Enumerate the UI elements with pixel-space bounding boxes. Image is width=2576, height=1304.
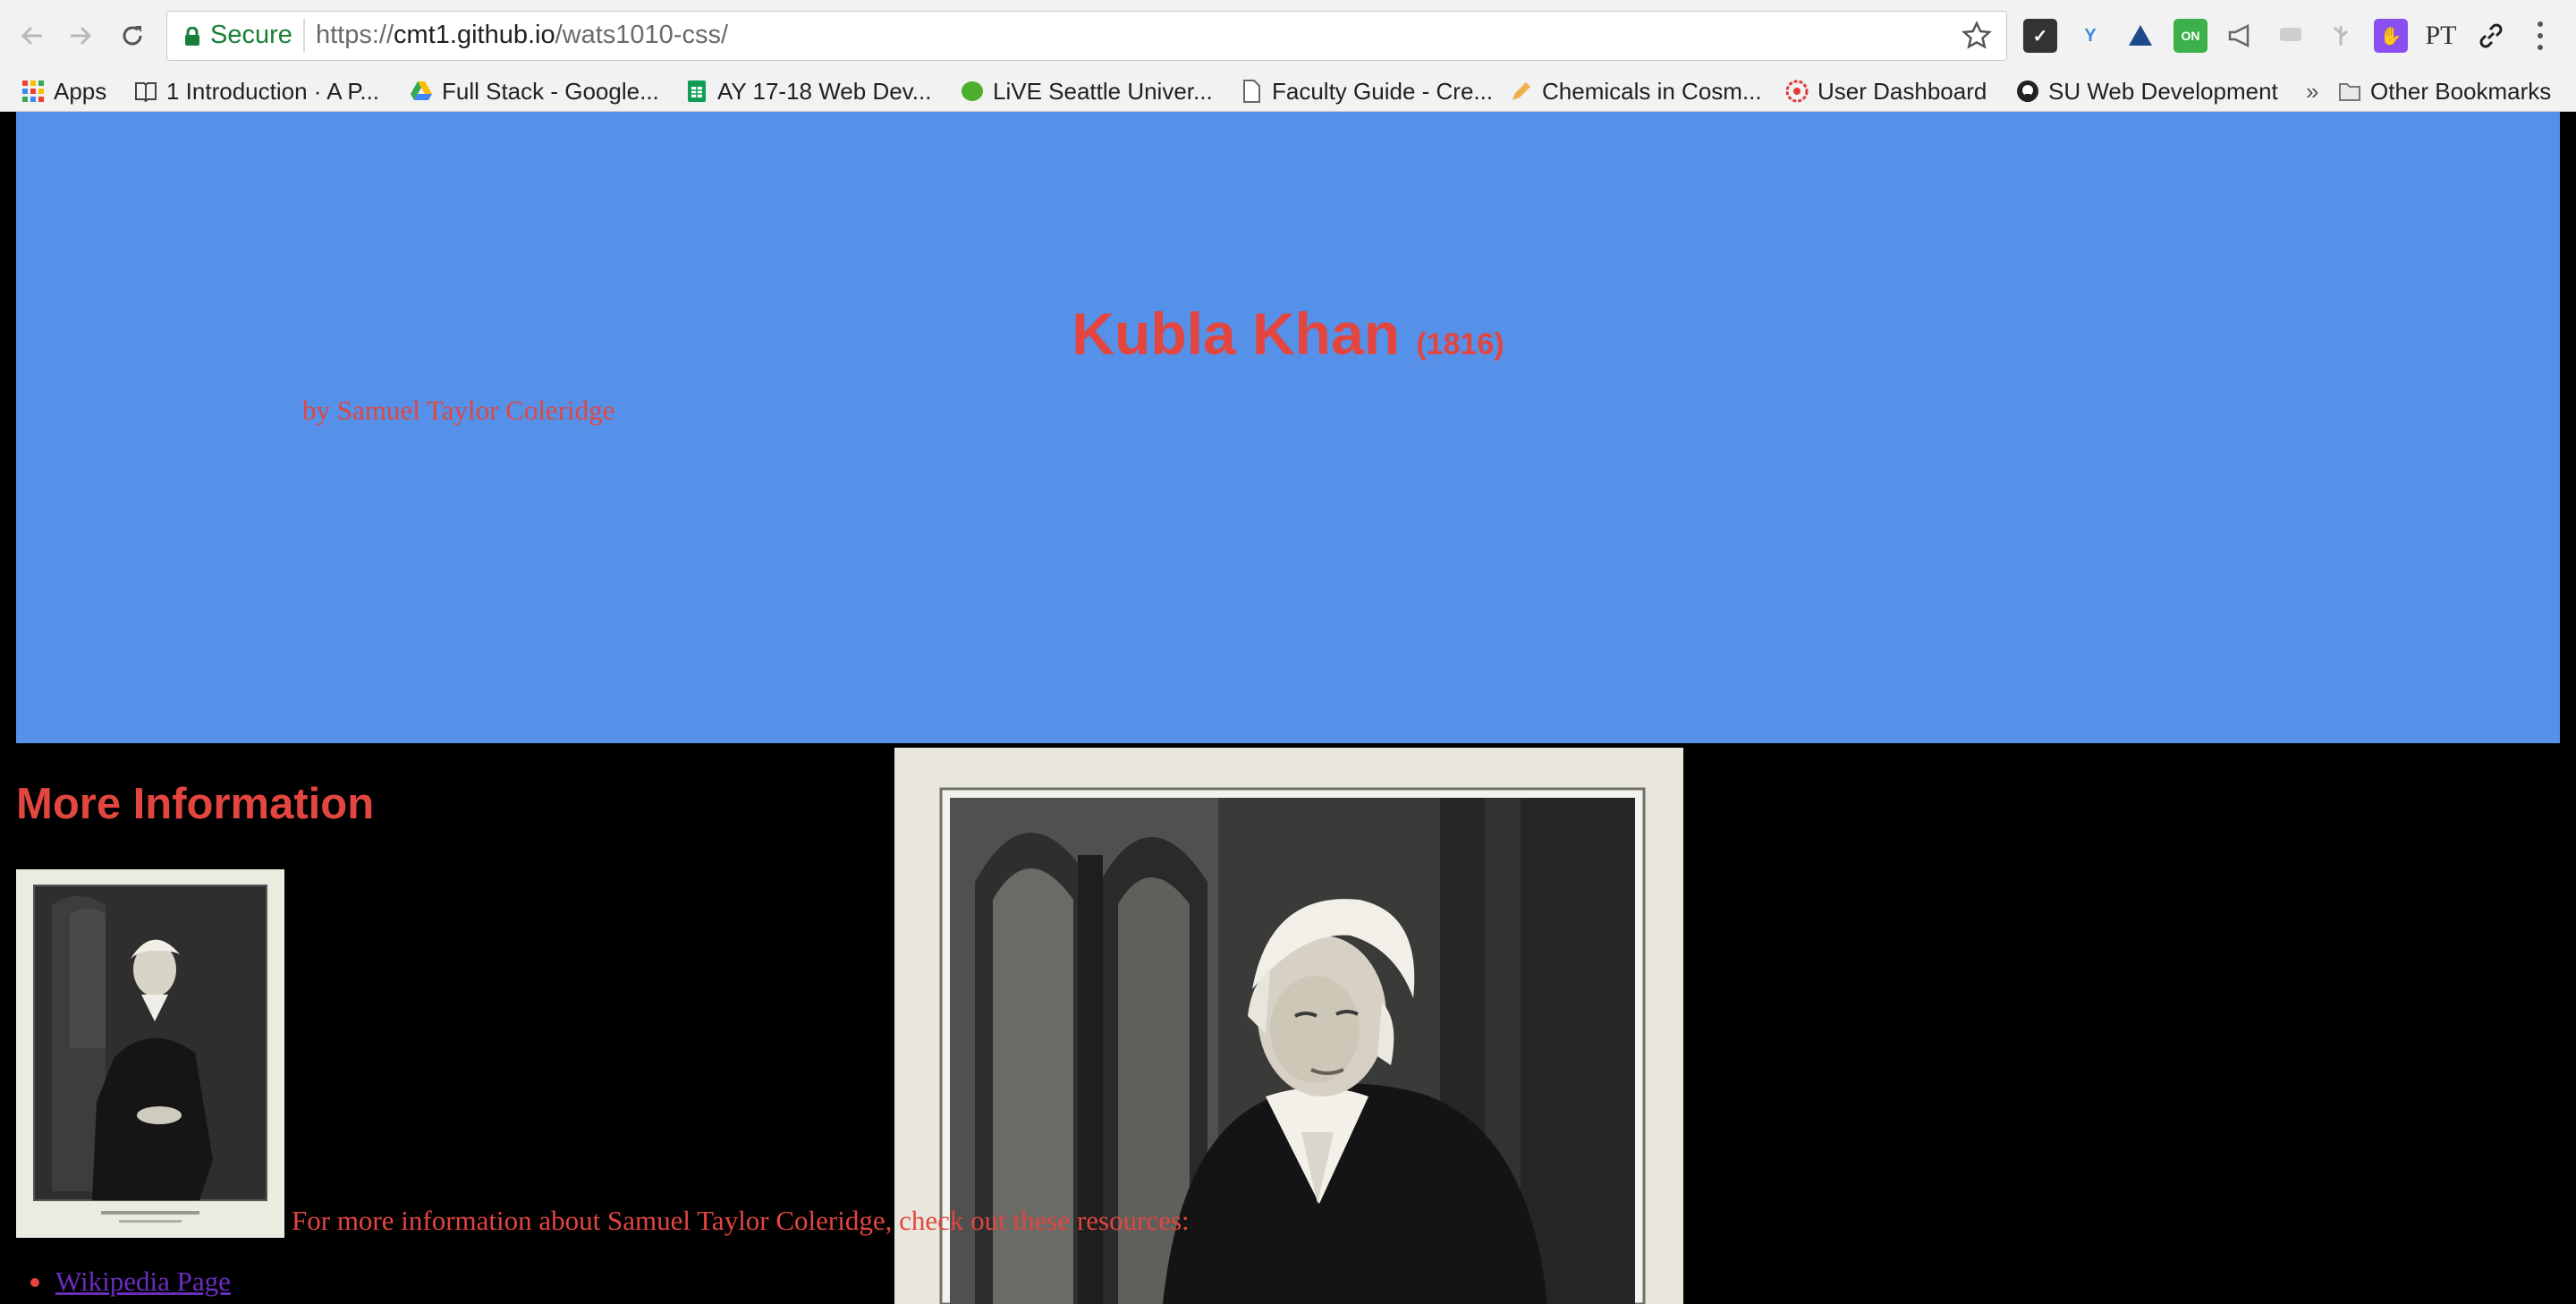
url-text[interactable]: https://cmt1.github.io/wats1010-css/ bbox=[316, 21, 728, 50]
browser-chrome: Secure https://cmt1.github.io/wats1010-c… bbox=[0, 0, 2576, 112]
bookmark-other-folder[interactable]: Other Bookmarks bbox=[2338, 72, 2551, 111]
forward-arrow-icon bbox=[71, 26, 92, 46]
bookmark-label: User Dashboard bbox=[1818, 77, 1987, 105]
sheets-icon bbox=[688, 80, 706, 102]
secure-label: Secure bbox=[210, 21, 292, 49]
web-page: Kubla Khan (1816) by Samuel Taylor Coler… bbox=[0, 112, 2576, 1304]
back-button[interactable] bbox=[14, 16, 50, 55]
browser-menu-button[interactable] bbox=[2531, 18, 2549, 54]
bookmark-apps[interactable]: Apps bbox=[21, 72, 106, 111]
yoast-extension-icon[interactable]: Y bbox=[2073, 19, 2107, 53]
folder-icon bbox=[2339, 83, 2360, 101]
coleridge-portrait-thumbnail bbox=[16, 869, 284, 1238]
url-host: cmt1.github.io bbox=[394, 21, 555, 49]
bookmark-live-seattle[interactable]: LiVE Seattle Univer... bbox=[961, 72, 1213, 111]
pencil-icon bbox=[1513, 82, 1530, 100]
on-toggle-extension-icon[interactable]: ON bbox=[2174, 19, 2207, 53]
book-icon bbox=[135, 82, 157, 103]
reload-icon bbox=[123, 26, 142, 46]
tree-extension-icon[interactable] bbox=[2324, 19, 2358, 53]
github-icon bbox=[2017, 80, 2038, 102]
bookmark-label: Chemicals in Cosm... bbox=[1542, 77, 1762, 105]
browser-toolbar: Secure https://cmt1.github.io/wats1010-c… bbox=[0, 0, 2576, 72]
more-information-heading: More Information bbox=[16, 780, 375, 828]
resource-links-list: Wikipedia Page bbox=[30, 1266, 231, 1298]
leaf-icon bbox=[962, 81, 983, 101]
bookmark-label: AY 17-18 Web Dev... bbox=[717, 77, 932, 105]
bookmark-label: LiVE Seattle Univer... bbox=[993, 77, 1213, 105]
apps-grid-icon bbox=[22, 80, 44, 102]
bookmark-label: Other Bookmarks bbox=[2370, 77, 2552, 105]
axe-extension-icon[interactable] bbox=[2123, 19, 2157, 53]
bookmarks-overflow-button[interactable]: » bbox=[2306, 72, 2318, 111]
title-text: Kubla Khan bbox=[1072, 301, 1401, 367]
url-scheme: https:// bbox=[316, 21, 394, 49]
poem-title: Kubla Khan (1816) bbox=[16, 300, 2560, 368]
poem-author: by Samuel Taylor Coleridge bbox=[302, 394, 615, 426]
bookmark-user-dashboard[interactable]: User Dashboard bbox=[1785, 72, 1987, 111]
wikipedia-page-link[interactable]: Wikipedia Page bbox=[55, 1266, 231, 1297]
bookmarks-bar: Apps 1 Introduction · A P... Full Stack … bbox=[0, 72, 2576, 111]
list-item: Wikipedia Page bbox=[30, 1266, 231, 1298]
link-extension-icon[interactable] bbox=[2474, 19, 2508, 53]
page-header: Kubla Khan (1816) by Samuel Taylor Coler… bbox=[16, 112, 2560, 743]
pt-extension-icon[interactable]: PT bbox=[2424, 19, 2458, 53]
forward-button[interactable] bbox=[63, 16, 98, 55]
bookmark-star-icon[interactable] bbox=[1962, 21, 1992, 51]
todo-check-extension-icon[interactable]: ✓ bbox=[2023, 19, 2057, 53]
bookmark-introduction[interactable]: 1 Introduction · A P... bbox=[134, 72, 379, 111]
bookmark-label: SU Web Development bbox=[2048, 77, 2278, 105]
bookmark-label: Full Stack - Google... bbox=[442, 77, 659, 105]
bookmark-ay-web-dev[interactable]: AY 17-18 Web Dev... bbox=[685, 72, 931, 111]
url-divider bbox=[303, 19, 305, 53]
bookmark-label: Apps bbox=[54, 77, 107, 105]
extensions-bar: ✓ Y ON ✋ PT bbox=[2023, 16, 2524, 55]
bookmark-su-web-dev[interactable]: SU Web Development bbox=[2016, 72, 2281, 111]
address-bar[interactable]: Secure https://cmt1.github.io/wats1010-c… bbox=[166, 11, 2007, 61]
back-arrow-icon bbox=[21, 26, 42, 46]
bookmark-chemicals[interactable]: Chemicals in Cosm... bbox=[1510, 72, 1762, 111]
more-information-text: For more information about Samuel Taylor… bbox=[292, 1205, 1190, 1236]
megaphone-extension-icon[interactable] bbox=[2224, 19, 2258, 53]
bookmark-faculty-guide[interactable]: Faculty Guide - Cre... bbox=[1240, 72, 1493, 111]
url-path: /wats1010-css/ bbox=[555, 21, 729, 49]
comment-extension-icon[interactable] bbox=[2274, 19, 2308, 53]
lock-icon bbox=[185, 27, 199, 46]
bookmark-label: Faculty Guide - Cre... bbox=[1272, 77, 1494, 105]
dashboard-icon bbox=[1785, 80, 1809, 103]
reload-button[interactable] bbox=[114, 16, 150, 55]
bookmark-full-stack[interactable]: Full Stack - Google... bbox=[410, 72, 659, 111]
hand-extension-icon[interactable]: ✋ bbox=[2374, 19, 2408, 53]
document-icon bbox=[1243, 80, 1260, 103]
google-drive-icon bbox=[411, 81, 432, 100]
poem-year: (1816) bbox=[1416, 327, 1504, 361]
bookmark-label: 1 Introduction · A P... bbox=[166, 77, 380, 105]
